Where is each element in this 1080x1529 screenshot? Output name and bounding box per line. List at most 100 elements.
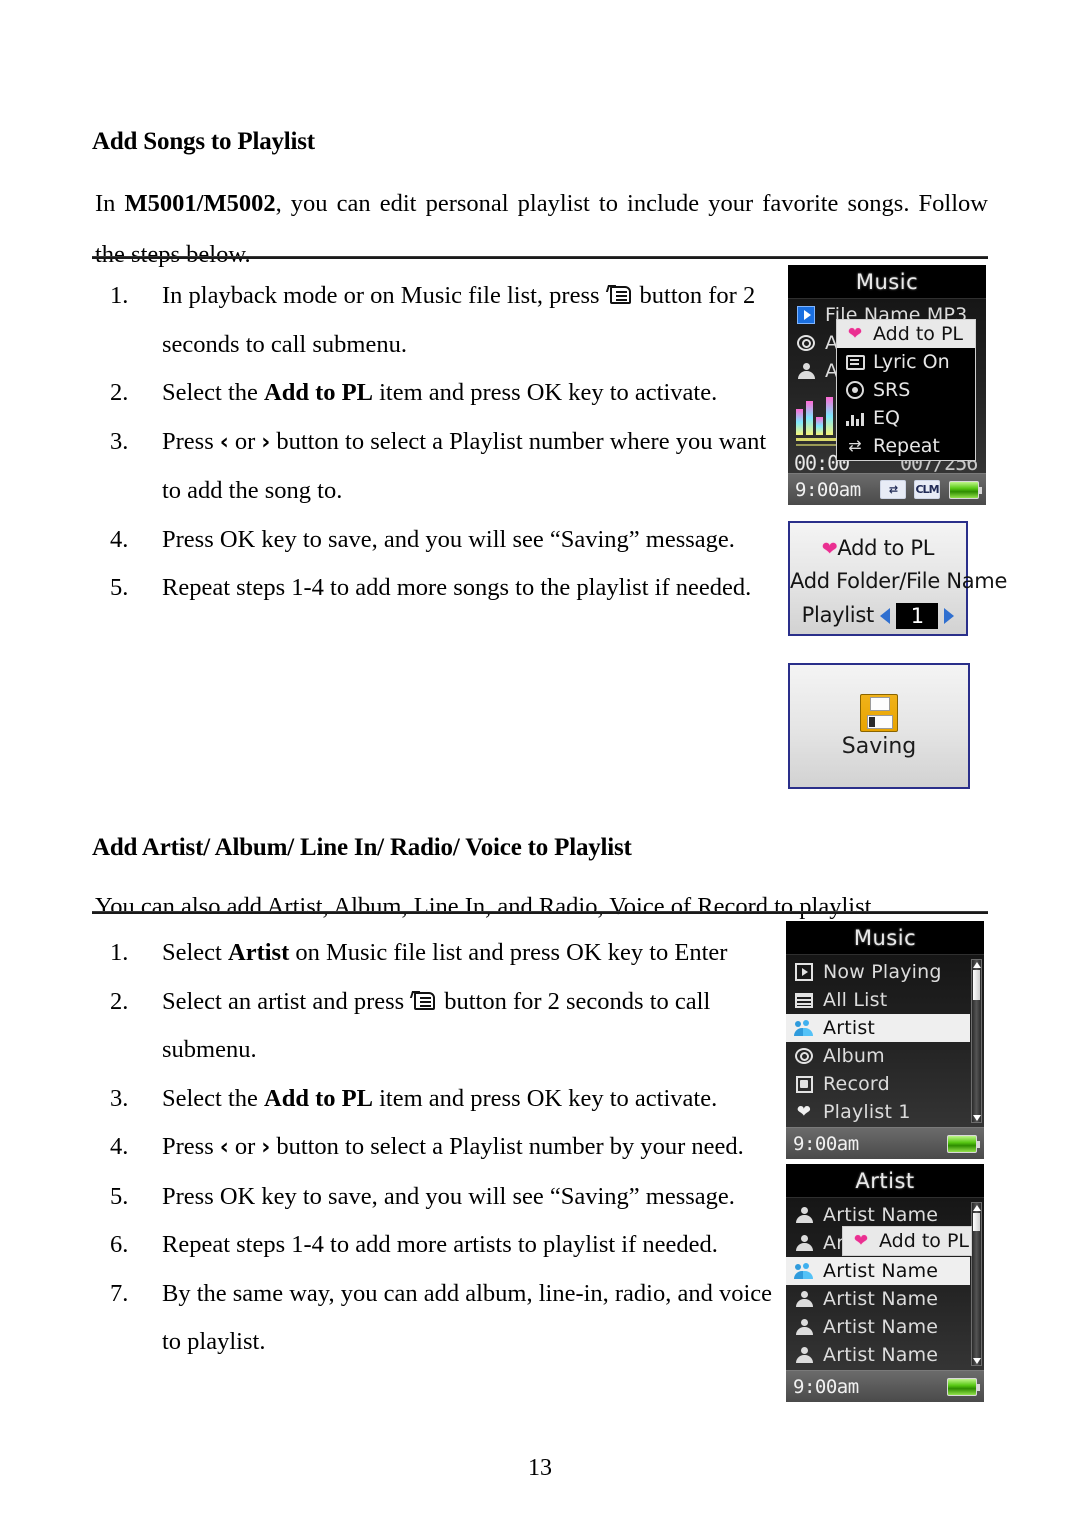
step-number: 4. bbox=[110, 525, 129, 553]
person-icon bbox=[794, 361, 818, 381]
repeat-status-icon: ⇄ bbox=[880, 480, 906, 499]
list-item-label: Now Playing bbox=[823, 961, 942, 983]
scroll-up-icon[interactable] bbox=[972, 960, 981, 969]
scrollbar-thumb[interactable] bbox=[973, 1213, 980, 1231]
section1-step-list: 1. In playback mode or on Music file lis… bbox=[100, 272, 780, 613]
step-text-bold: Artist bbox=[228, 939, 290, 966]
scrollbar[interactable] bbox=[971, 1202, 982, 1366]
list-item-label: Artist bbox=[823, 1017, 876, 1039]
menu-icon bbox=[607, 285, 633, 306]
submenu-popup[interactable]: ❤ Add to PL Lyric On SRS EQ ⇄ Repeat bbox=[836, 319, 976, 461]
list-item[interactable]: Artist Name bbox=[786, 1341, 984, 1369]
step-text: By the same way, you can add album, line… bbox=[162, 1279, 773, 1356]
device-screen-music-list: Music Now Playing All List Artist Album bbox=[786, 921, 984, 1159]
section-heading-add-songs: Add Songs to Playlist bbox=[92, 128, 315, 155]
submenu-item-repeat[interactable]: ⇄ Repeat bbox=[837, 432, 975, 460]
step-text-mid: or bbox=[234, 427, 256, 455]
list-item-label: Artist Name bbox=[823, 1288, 939, 1310]
step-number: 1. bbox=[110, 282, 129, 309]
list-item-label: All List bbox=[823, 989, 888, 1011]
battery-full-icon bbox=[947, 1377, 980, 1396]
sidebar-item-record[interactable]: Record bbox=[786, 1070, 984, 1098]
step-text-pre: Select the bbox=[162, 1084, 258, 1112]
step-number: 4. bbox=[110, 1133, 129, 1160]
scrollbar[interactable] bbox=[971, 959, 982, 1123]
list-item-label: Album bbox=[823, 1045, 885, 1067]
step-text-pre: Press bbox=[162, 427, 214, 455]
arrow-left-icon[interactable] bbox=[880, 608, 891, 624]
step-text-bold: Add to PL bbox=[264, 1084, 373, 1112]
submenu-item-lyric-on[interactable]: Lyric On bbox=[837, 348, 975, 376]
scroll-down-icon[interactable] bbox=[972, 1113, 981, 1122]
step-text-pre: Press bbox=[162, 1133, 214, 1160]
screen-title: Music bbox=[786, 921, 984, 955]
lyric-icon bbox=[843, 354, 867, 370]
submenu-item-add-to-pl[interactable]: ❤ Add to PL bbox=[837, 320, 975, 348]
submenu-popup[interactable]: ❤ Add to PL bbox=[842, 1226, 972, 1256]
list-item-label: Artist Name bbox=[823, 1316, 939, 1338]
scroll-down-icon[interactable] bbox=[972, 1356, 981, 1365]
screen-body: Artist Name Ar Artist Name Artist Name A… bbox=[786, 1198, 984, 1402]
step-number: 3. bbox=[110, 427, 129, 455]
sidebar-item-artist[interactable]: Artist bbox=[786, 1014, 970, 1042]
heart-pink-icon: ❤ bbox=[853, 1230, 869, 1251]
list-item[interactable]: Artist Name bbox=[786, 1313, 984, 1341]
submenu-item-label: Repeat bbox=[873, 435, 940, 457]
heart-pink-icon: ❤ bbox=[821, 538, 838, 560]
status-bar: 9:00am bbox=[786, 1127, 984, 1159]
submenu-item-label: Add to PL bbox=[873, 323, 963, 345]
battery-full-icon bbox=[949, 480, 982, 499]
list-item-label: Artist Name bbox=[823, 1204, 939, 1226]
record-icon bbox=[792, 1074, 816, 1094]
step-text-pre: In playback mode or on Music file list, … bbox=[162, 282, 600, 309]
playlist-number-value[interactable]: 1 bbox=[896, 603, 939, 629]
submenu-item-add-to-pl[interactable]: ❤ Add to PL bbox=[843, 1227, 971, 1255]
device-screen-artist-list: Artist Artist Name Ar Artist Name Artist… bbox=[786, 1164, 984, 1402]
status-clock: 9:00am bbox=[793, 1375, 859, 1398]
screen-body: Now Playing All List Artist Album Record bbox=[786, 955, 984, 1159]
step-number: 1. bbox=[110, 939, 129, 966]
step-item: 4. Press OK key to save, and you will se… bbox=[100, 516, 780, 565]
device-screen-music-playback: Music File Name MP3 Al Ar bbox=[788, 265, 986, 505]
status-bar: 9:00am ⇄ CLM bbox=[788, 473, 986, 505]
list-item-selected[interactable]: Artist Name bbox=[786, 1257, 970, 1285]
dialog-title-row: ❤Add to PL bbox=[790, 536, 966, 560]
step-text-post: item and press OK key to activate. bbox=[379, 1084, 718, 1112]
step-text-mid: or bbox=[234, 1133, 256, 1160]
section-heading-add-artist: Add Artist/ Album/ Line In/ Radio/ Voice… bbox=[92, 834, 632, 861]
step-item: 7. By the same way, you can add album, l… bbox=[100, 1270, 790, 1367]
floppy-save-icon bbox=[860, 693, 898, 732]
sidebar-item-all-list[interactable]: All List bbox=[786, 986, 984, 1014]
intro-pre: In bbox=[95, 190, 125, 217]
scrollbar-thumb[interactable] bbox=[973, 970, 980, 1000]
srs-icon bbox=[843, 381, 867, 399]
scroll-up-icon[interactable] bbox=[972, 1203, 981, 1212]
dialog-playlist-field[interactable]: Playlist 1 bbox=[790, 603, 966, 629]
repeat-icon: ⇄ bbox=[848, 436, 862, 455]
step-number: 2. bbox=[110, 379, 129, 406]
person-icon bbox=[792, 1289, 816, 1309]
submenu-item-eq[interactable]: EQ bbox=[837, 404, 975, 432]
arrow-right-icon[interactable] bbox=[944, 608, 955, 624]
clm-status-icon: CLM bbox=[914, 480, 940, 499]
list-item-label: Record bbox=[823, 1073, 890, 1095]
manual-page: Add Songs to Playlist In M5001/M5002, yo… bbox=[0, 0, 1080, 1529]
person-icon bbox=[792, 1345, 816, 1365]
sidebar-item-now-playing[interactable]: Now Playing bbox=[786, 958, 984, 986]
list-item-label: Artist Name bbox=[823, 1260, 939, 1282]
step-number: 2. bbox=[110, 987, 129, 1015]
dialog-title: Add to PL bbox=[837, 536, 935, 560]
menu-icon bbox=[411, 991, 437, 1012]
list-item[interactable]: Artist Name bbox=[786, 1201, 984, 1229]
saving-label: Saving bbox=[841, 733, 917, 759]
submenu-item-label: SRS bbox=[873, 379, 911, 401]
screen-title: Artist bbox=[786, 1164, 984, 1198]
sidebar-item-playlist-1[interactable]: ❤ Playlist 1 bbox=[786, 1098, 984, 1126]
step-item: 3. Select the Add to PL item and press O… bbox=[100, 1075, 790, 1124]
divider-rule-1 bbox=[92, 256, 988, 259]
sidebar-item-album[interactable]: Album bbox=[786, 1042, 984, 1070]
step-item: 1. Select Artist on Music file list and … bbox=[100, 929, 790, 978]
submenu-item-srs[interactable]: SRS bbox=[837, 376, 975, 404]
list-item[interactable]: Artist Name bbox=[786, 1285, 984, 1313]
dialog-add-to-pl: ❤Add to PL Add Folder/File Name Playlist… bbox=[788, 521, 1007, 636]
